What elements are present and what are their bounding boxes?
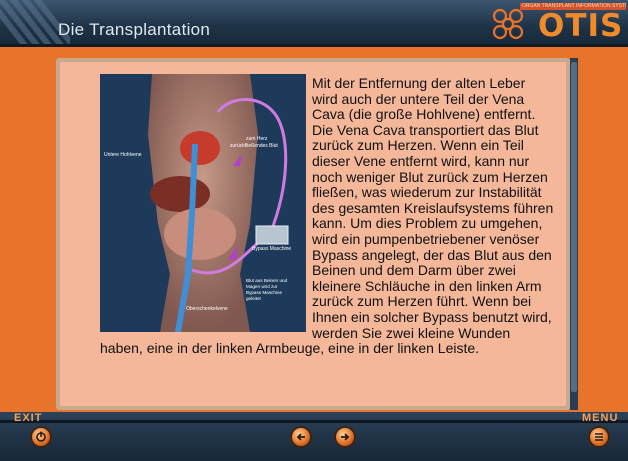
exit-label: EXIT [14,412,43,424]
menu-icon [595,433,603,441]
exit-button[interactable] [30,426,52,448]
menu-button[interactable] [588,426,610,448]
scrollbar-thumb[interactable] [571,62,577,392]
article-text-block: Mit der Entfernung der alten Leber wird … [60,75,566,357]
logo-mark-icon [492,8,524,40]
header-bar: Die Transplantation ORGAN TRANSPLANT INF… [0,0,628,47]
arrow-right-icon [341,433,350,441]
forward-button[interactable] [334,426,356,448]
scrollbar[interactable] [570,58,578,410]
logo-text: OTIS [538,8,624,44]
otis-logo: ORGAN TRANSPLANT INFORMATION SYSTEM OTIS [470,2,626,44]
footer-line [0,420,628,423]
content-panel: Untere Hohlvene zum Herz zurückfließende… [60,62,566,406]
exit-icon [36,431,46,442]
back-button[interactable] [290,426,312,448]
menu-label: MENU [582,412,619,424]
arrow-left-icon [296,433,305,441]
illustration-spacer [60,76,312,335]
page-title: Die Transplantation [58,20,211,39]
